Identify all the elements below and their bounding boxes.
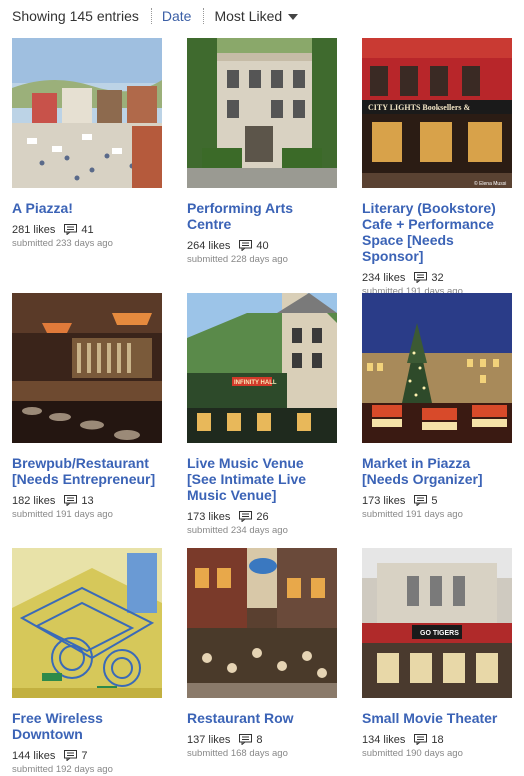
likes-count: 137 likes: [187, 733, 231, 746]
entry-stats: 264 likes 40: [187, 239, 337, 252]
submitted-date: submitted 233 days ago: [12, 238, 113, 249]
entry-title[interactable]: Market in Piazza [Needs Organizer]: [362, 455, 512, 487]
entry-card: Brewpub/Restaurant [Needs Entrepreneur] …: [12, 293, 162, 521]
entry-text-clip: Live Music Venue [See Intimate Live Musi…: [187, 443, 337, 543]
entry-title[interactable]: Restaurant Row: [187, 710, 337, 726]
comments-count: 5: [431, 494, 438, 507]
entry-stats: 137 likes 8: [187, 733, 337, 746]
entry-card: Free Wireless Downtown 144 likes 7 submi…: [12, 548, 162, 776]
likes-count: 281 likes: [12, 223, 56, 236]
entry-thumbnail-music-venue[interactable]: INFINITY HALL: [187, 293, 337, 443]
entry-title[interactable]: Performing Arts Centre: [187, 200, 337, 232]
comments-count: 13: [81, 494, 94, 507]
entry-card: INFINITY HALL Live Music Venue [See Inti…: [187, 293, 337, 543]
comment-icon: [239, 511, 253, 522]
comment-icon: [64, 224, 78, 235]
entry-stats: 173 likes 26: [187, 510, 337, 523]
comments-count: 26: [256, 510, 269, 523]
sort-most-liked-dropdown[interactable]: Most Liked: [214, 8, 299, 24]
comment-icon: [414, 734, 428, 745]
sort-most-liked-label: Most Liked: [214, 8, 283, 24]
entry-thumbnail-wireless[interactable]: [12, 548, 162, 698]
entry-card: CITY LIGHTS Booksellers & © Elena Mussi …: [362, 38, 512, 308]
entry-thumbnail-movie-theater[interactable]: GO TIGERS: [362, 548, 512, 698]
entry-title[interactable]: Free Wireless Downtown: [12, 710, 162, 742]
entries-count: Showing 145 entries: [12, 8, 139, 24]
submitted-date: submitted 168 days ago: [187, 748, 288, 759]
comment-icon: [64, 495, 78, 506]
venue-sign-text: INFINITY HALL: [234, 380, 277, 386]
likes-count: 182 likes: [12, 494, 56, 507]
likes-count: 173 likes: [187, 510, 231, 523]
photo-credit: © Elena Mussi: [474, 180, 506, 187]
likes-count: 264 likes: [187, 239, 231, 252]
entry-stats: 182 likes 13: [12, 494, 162, 507]
entry-thumbnail-piazza[interactable]: [12, 38, 162, 188]
entry-text-clip: Literary (Bookstore) Cafe + Performance …: [362, 188, 512, 308]
comment-icon: [414, 495, 428, 506]
entry-card: GO TIGERS Small Movie Theater 134 likes …: [362, 548, 512, 760]
entry-title[interactable]: Brewpub/Restaurant [Needs Entrepreneur]: [12, 455, 162, 487]
submitted-date: submitted 192 days ago: [12, 764, 113, 775]
toolbar: Showing 145 entries Date Most Liked: [12, 6, 299, 26]
entry-title[interactable]: Small Movie Theater: [362, 710, 512, 726]
comments-count: 41: [81, 223, 94, 236]
entry-stats: 144 likes 7: [12, 749, 162, 762]
entry-thumbnail-market[interactable]: [362, 293, 512, 443]
entry-card: Market in Piazza [Needs Organizer] 173 l…: [362, 293, 512, 521]
sort-date-link[interactable]: Date: [162, 8, 192, 24]
chevron-down-icon: [288, 14, 299, 20]
entry-stats: 134 likes 18: [362, 733, 512, 746]
entry-card: Performing Arts Centre 264 likes 40 subm…: [187, 38, 337, 266]
entry-card: Restaurant Row 137 likes 8 submitted 168…: [187, 548, 337, 760]
entry-title[interactable]: Literary (Bookstore) Cafe + Performance …: [362, 200, 512, 264]
comment-icon: [414, 272, 428, 283]
comment-icon: [239, 734, 253, 745]
comments-count: 18: [431, 733, 444, 746]
entry-thumbnail-bookstore[interactable]: CITY LIGHTS Booksellers & © Elena Mussi: [362, 38, 512, 188]
comments-count: 8: [256, 733, 263, 746]
likes-count: 234 likes: [362, 271, 406, 284]
entry-title[interactable]: Live Music Venue [See Intimate Live Musi…: [187, 455, 337, 503]
comment-icon: [239, 240, 253, 251]
entry-title[interactable]: A Piazza!: [12, 200, 162, 216]
submitted-date: submitted 228 days ago: [187, 254, 288, 265]
divider: [203, 8, 205, 24]
comment-icon: [64, 750, 78, 761]
divider: [150, 8, 152, 24]
likes-count: 134 likes: [362, 733, 406, 746]
entry-stats: 173 likes 5: [362, 494, 512, 507]
bookstore-sign-text: CITY LIGHTS Booksellers &: [368, 103, 470, 112]
entry-thumbnail-brewpub[interactable]: [12, 293, 162, 443]
submitted-date: submitted 191 days ago: [12, 509, 113, 520]
comments-count: 7: [81, 749, 88, 762]
entry-stats: 234 likes 32: [362, 271, 512, 284]
likes-count: 173 likes: [362, 494, 406, 507]
submitted-date: submitted 234 days ago: [187, 525, 288, 536]
entry-thumbnail-restaurant-row[interactable]: [187, 548, 337, 698]
theater-marquee-text: GO TIGERS: [420, 630, 459, 637]
likes-count: 144 likes: [12, 749, 56, 762]
comments-count: 32: [431, 271, 444, 284]
comments-count: 40: [256, 239, 269, 252]
submitted-date: submitted 191 days ago: [362, 509, 463, 520]
entry-stats: 281 likes 41: [12, 223, 162, 236]
entry-card: A Piazza! 281 likes 41 submitted 233 day…: [12, 38, 162, 250]
submitted-date: submitted 190 days ago: [362, 748, 463, 759]
entry-thumbnail-performing-arts[interactable]: [187, 38, 337, 188]
